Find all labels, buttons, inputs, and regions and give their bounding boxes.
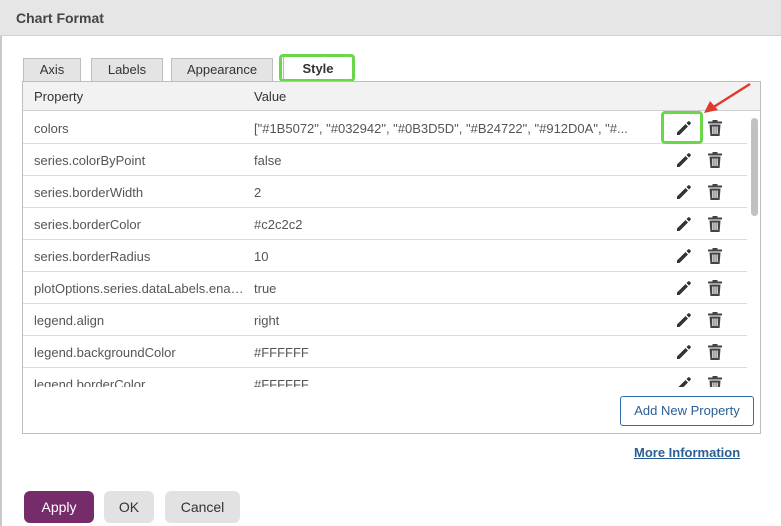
trash-icon[interactable] [707,311,723,329]
pencil-icon[interactable] [675,311,693,329]
pencil-icon[interactable] [675,119,693,137]
table-row: legend.backgroundColor #FFFFFF [23,336,747,368]
property-value: right [254,313,280,328]
table-row: legend.borderColor #FFFFFF [23,368,747,387]
table-scrollbar[interactable] [748,112,760,387]
trash-icon[interactable] [707,215,723,233]
pencil-icon[interactable] [675,151,693,169]
dialog-title: Chart Format [16,10,104,26]
pencil-icon[interactable] [675,375,693,387]
trash-icon[interactable] [707,279,723,297]
property-value: false [254,153,282,168]
apply-button[interactable]: Apply [24,491,94,523]
tab-style[interactable]: Style [283,56,353,82]
value-column-header: Value [254,89,287,104]
tab-appearance[interactable]: Appearance [171,58,273,82]
more-information-link[interactable]: More Information [634,445,740,460]
property-name: legend.align [34,313,105,328]
property-name: series.borderRadius [34,249,151,264]
trash-icon[interactable] [707,247,723,265]
property-value: 2 [254,185,262,200]
properties-table: colors ["#1B5072", "#032942", "#0B3D5D", … [23,112,747,387]
property-name: colors [34,121,69,136]
trash-icon[interactable] [707,375,723,387]
add-new-property-button[interactable]: Add New Property [620,396,754,426]
property-value: ["#1B5072", "#032942", "#0B3D5D", "#B247… [254,121,628,136]
tab-labels[interactable]: Labels [91,58,163,82]
pencil-icon[interactable] [675,183,693,201]
property-value: #c2c2c2 [254,217,303,232]
table-row: plotOptions.series.dataLabels.enabled tru… [23,272,747,304]
trash-icon[interactable] [707,183,723,201]
table-row: colors ["#1B5072", "#032942", "#0B3D5D", … [23,112,747,144]
property-name: legend.backgroundColor [34,345,176,360]
dialog-left-edge [0,36,2,526]
property-value: true [254,281,277,296]
table-row: series.colorByPoint false [23,144,747,176]
property-value: #FFFFFF [254,377,309,387]
pencil-icon[interactable] [675,343,693,361]
property-name: plotOptions.series.dataLabels.enabled [34,281,246,296]
table-row: series.borderWidth 2 [23,176,747,208]
pencil-icon[interactable] [675,247,693,265]
scrollbar-thumb[interactable] [751,118,758,216]
table-header: Property Value [23,82,760,111]
properties-panel: Property Value colors ["#1B5072", "#03294… [22,81,761,434]
cancel-button[interactable]: Cancel [165,491,240,523]
property-value: 10 [254,249,269,264]
pencil-icon[interactable] [675,279,693,297]
property-column-header: Property [34,89,84,104]
pencil-icon[interactable] [675,215,693,233]
dialog-titlebar: Chart Format [0,0,781,36]
table-row: legend.align right [23,304,747,336]
table-row: series.borderColor #c2c2c2 [23,208,747,240]
ok-button[interactable]: OK [104,491,154,523]
property-name: series.colorByPoint [34,153,146,168]
property-name: series.borderColor [34,217,141,232]
table-row: series.borderRadius 10 [23,240,747,272]
property-value: #FFFFFF [254,345,309,360]
trash-icon[interactable] [707,119,723,137]
property-name: legend.borderColor [34,377,146,387]
property-name: series.borderWidth [34,185,144,200]
trash-icon[interactable] [707,151,723,169]
tab-axis[interactable]: Axis [23,58,81,82]
trash-icon[interactable] [707,343,723,361]
